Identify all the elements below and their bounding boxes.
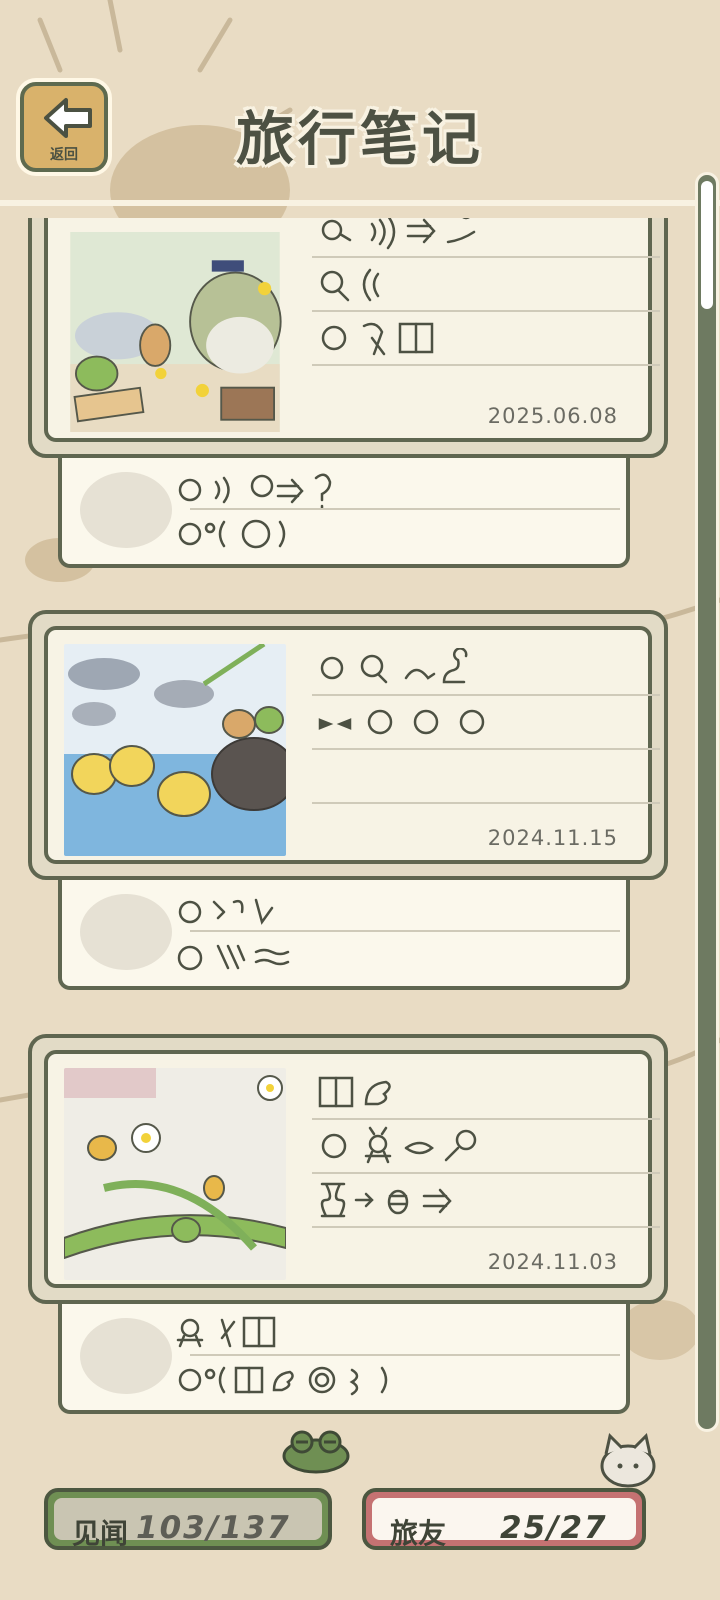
sights-counter[interactable]: 见闻 103/137 — [44, 1488, 332, 1550]
note-date: 2025.06.08 — [487, 404, 618, 428]
ruled-line — [190, 930, 620, 932]
sub-glyph-text — [178, 473, 332, 549]
ruled-line — [312, 1118, 660, 1120]
ruled-line — [312, 694, 660, 696]
note-card-inner: 2025.06.08 — [44, 218, 660, 442]
companion-avatar — [80, 1318, 172, 1394]
postcard-photo-bird — [70, 232, 282, 432]
note-card[interactable]: 2025.06.08 — [28, 218, 668, 458]
ruled-line — [312, 364, 660, 366]
ruled-line — [312, 748, 660, 750]
note-sub-card — [58, 458, 630, 568]
note-card-inner: 2024.11.03 — [44, 1050, 660, 1288]
note-card[interactable]: 2024.11.03 — [28, 1034, 668, 1304]
note-date: 2024.11.15 — [487, 826, 618, 850]
frog-icon — [282, 1430, 350, 1474]
scrollbar[interactable] — [695, 172, 719, 1432]
sights-label: 见闻 — [72, 1517, 129, 1550]
ruled-line — [312, 802, 660, 804]
postcard-photo-ducks — [64, 644, 286, 856]
companion-avatar — [80, 472, 172, 548]
sub-glyph-text — [177, 898, 290, 971]
sights-counter-inner: 见闻 103/137 — [54, 1498, 322, 1550]
header: 返回 旅行笔记 — [0, 0, 720, 215]
postcard-photo-flowers — [64, 1068, 286, 1280]
sights-value: 103/137 — [136, 1510, 291, 1546]
friends-label: 旅友 — [390, 1517, 447, 1550]
ruled-line — [312, 1172, 660, 1174]
ruled-line — [312, 1226, 660, 1228]
cat-friend-icon — [600, 1433, 656, 1488]
note-sub-card — [58, 880, 630, 990]
page-title: 旅行笔记 — [235, 105, 484, 173]
ruled-line — [190, 1354, 620, 1356]
notes-list[interactable]: 2025.06.08 2024.11.15 2024.11.03 — [0, 218, 690, 1438]
friends-counter[interactable]: 旅友 25/27 — [362, 1488, 646, 1550]
note-card[interactable]: 2024.11.15 — [28, 610, 668, 880]
friends-counter-inner: 旅友 25/27 — [372, 1498, 636, 1550]
note-date: 2024.11.03 — [487, 1250, 618, 1274]
companion-avatar — [80, 894, 172, 970]
ruled-line — [312, 256, 660, 258]
note-card-inner: 2024.11.15 — [44, 626, 660, 864]
header-divider — [0, 200, 720, 206]
scrollbar-thumb[interactable] — [701, 181, 713, 309]
ruled-line — [190, 508, 620, 510]
friends-value: 25/27 — [500, 1510, 608, 1546]
ruled-line — [312, 310, 660, 312]
sub-glyph-text — [176, 1316, 388, 1396]
note-sub-card — [58, 1304, 630, 1414]
